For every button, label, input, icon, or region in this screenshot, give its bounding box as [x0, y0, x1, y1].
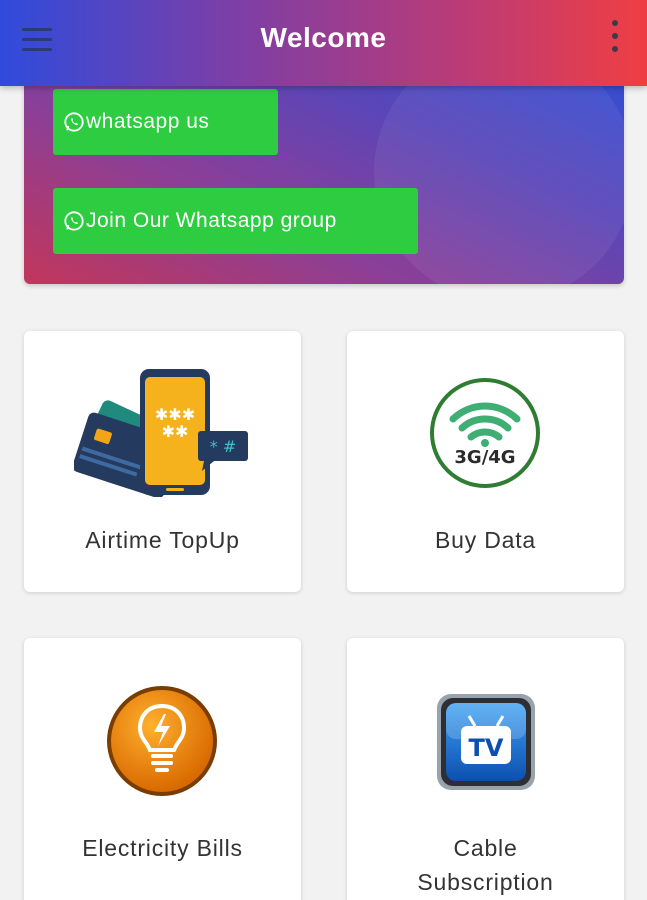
- airtime-topup-label: Airtime TopUp: [85, 527, 240, 553]
- phone-cards-icon: ✱✱✱ ✱✱ * #: [74, 369, 248, 497]
- wifi-3g4g-icon: 3G/4G: [430, 378, 540, 488]
- whatsapp-icon: [64, 112, 84, 132]
- cable-subscription-card[interactable]: TV Cable Subscription: [347, 638, 624, 900]
- buy-data-label: Buy Data: [434, 527, 536, 553]
- whatsapp-us-label: whatsapp us: [86, 110, 210, 133]
- whatsapp-icon: [64, 211, 84, 231]
- app-screen: whatsapp us Join Our Whatsapp group Welc…: [0, 0, 647, 900]
- join-group-label: Join Our Whatsapp group: [86, 209, 337, 232]
- wifi-3g4g-text: 3G/4G: [454, 447, 515, 468]
- cable-label-line2: Subscription: [417, 869, 554, 895]
- buy-data-card[interactable]: 3G/4G Buy Data: [347, 331, 624, 592]
- svg-text:* #: * #: [210, 437, 237, 456]
- tv-icon: TV: [437, 694, 535, 790]
- airtime-topup-card[interactable]: ✱✱✱ ✱✱ * # Airtime TopUp: [24, 331, 301, 592]
- cable-label-line1: Cable: [453, 835, 518, 861]
- electricity-bills-card[interactable]: Electricity Bills: [24, 638, 301, 900]
- electricity-bills-label: Electricity Bills: [82, 835, 243, 861]
- app-bar: Welcome: [0, 0, 647, 86]
- more-vertical-icon[interactable]: [609, 18, 621, 56]
- svg-text:✱✱: ✱✱: [162, 422, 189, 441]
- join-whatsapp-group-button[interactable]: Join Our Whatsapp group: [53, 188, 418, 254]
- lightbulb-icon: [107, 686, 217, 796]
- page-title: Welcome: [260, 22, 387, 53]
- whatsapp-us-button[interactable]: whatsapp us: [53, 89, 278, 155]
- tv-icon-text: TV: [469, 734, 504, 762]
- cable-subscription-label: Cable Subscription: [347, 831, 624, 899]
